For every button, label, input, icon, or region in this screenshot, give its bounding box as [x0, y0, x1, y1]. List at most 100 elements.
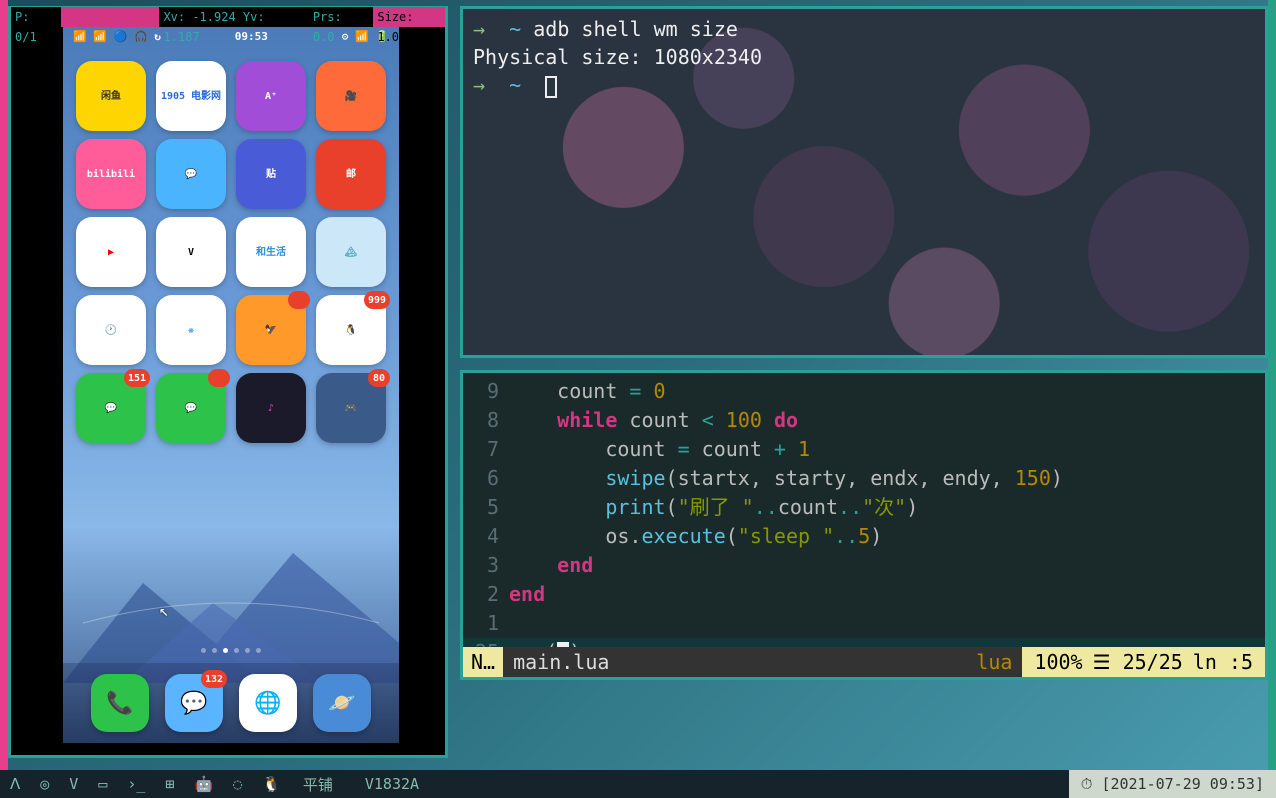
app-icon-13[interactable]: ❋: [156, 295, 226, 365]
app-icon-7[interactable]: 邮: [316, 139, 386, 209]
editor-line-col: ln :5: [1193, 648, 1253, 677]
editor-window[interactable]: 9 count = 08 while count < 100 do7 count…: [460, 370, 1268, 680]
dock-app-3[interactable]: 🪐: [313, 674, 371, 732]
ptr-pressure: Prs: 0.0: [309, 7, 374, 27]
page-dot[interactable]: [223, 648, 228, 653]
app-icon-10[interactable]: 和生活: [236, 217, 306, 287]
terminal-line: → ~ adb shell wm size: [473, 15, 1255, 43]
line-number: 5: [463, 493, 509, 522]
app-label: 闲鱼: [101, 91, 121, 102]
app-icon-11[interactable]: 🏔: [316, 217, 386, 287]
line-number: 1: [463, 609, 509, 638]
windows-icon[interactable]: ⊞: [155, 770, 184, 798]
terminal-icon[interactable]: ›_: [117, 770, 155, 798]
line-number: 8: [463, 406, 509, 435]
app-label: 🏔: [345, 247, 358, 258]
dock[interactable]: 📞 💬132 🌐 🪐: [63, 663, 399, 743]
dock-app-1[interactable]: 💬132: [165, 674, 223, 732]
page-dot[interactable]: [256, 648, 261, 653]
arch-icon[interactable]: ᐱ: [0, 770, 30, 798]
dock-app-2[interactable]: 🌐: [239, 674, 297, 732]
taskbar-clock[interactable]: ⏱ [2021-07-29 09:53]: [1069, 770, 1276, 798]
app-icon-14[interactable]: 🦅: [236, 295, 306, 365]
app-label: 💬: [185, 169, 197, 180]
app-label: 和生活: [256, 247, 286, 258]
app-icon-3[interactable]: 🎥: [316, 61, 386, 131]
app-label: V: [188, 247, 194, 258]
code-line[interactable]: 7 count = count + 1: [463, 435, 1265, 464]
vim-mode-indicator: N…: [463, 647, 503, 677]
code-line[interactable]: 8 while count < 100 do: [463, 406, 1265, 435]
code-line[interactable]: 9 count = 0: [463, 377, 1265, 406]
circle-icon[interactable]: ◌: [223, 770, 252, 798]
app-icon-16[interactable]: 💬151: [76, 373, 146, 443]
taskbar-title: V1832A: [345, 775, 1069, 793]
notification-badge: 999: [364, 291, 390, 309]
app-label: 1905 电影网: [161, 91, 221, 102]
terminal-line: → ~: [473, 71, 1255, 99]
app-label: 💬: [185, 403, 197, 414]
app-label: 🦅: [265, 325, 277, 336]
code-content: count = 0: [509, 377, 666, 406]
editor-filename: main.lua: [503, 648, 966, 677]
app-icon-4[interactable]: bilibili: [76, 139, 146, 209]
phone-screen[interactable]: 📶 📶 🔵 🎧 ↻ 09:53 ⚙ 📶 🔋 闲鱼 1905 电影网 A⁺ 🎥 bilib…: [63, 25, 399, 743]
code-line[interactable]: 6 swipe(startx, starty, endx, endy, 150): [463, 464, 1265, 493]
terminal-cursor: [545, 76, 557, 98]
code-content: count = count + 1: [509, 435, 810, 464]
dock-app-0[interactable]: 📞: [91, 674, 149, 732]
app-icon-1[interactable]: 1905 电影网: [156, 61, 226, 131]
app-icon-9[interactable]: V: [156, 217, 226, 287]
app-icon-18[interactable]: ♪: [236, 373, 306, 443]
app-icon-0[interactable]: 闲鱼: [76, 61, 146, 131]
code-line[interactable]: 3 end: [463, 551, 1265, 580]
line-number: 4: [463, 522, 509, 551]
code-line[interactable]: 5 print("刷了 "..count.."次"): [463, 493, 1265, 522]
app-icon-5[interactable]: 💬: [156, 139, 226, 209]
terminal-window[interactable]: → ~ adb shell wm sizePhysical size: 1080…: [460, 6, 1268, 358]
app-icon-12[interactable]: 🕐: [76, 295, 146, 365]
tux-icon[interactable]: 🐧: [252, 770, 291, 798]
taskbar-layout-label[interactable]: 平铺: [291, 774, 345, 795]
page-dot[interactable]: [234, 648, 239, 653]
app-icon-8[interactable]: ▶: [76, 217, 146, 287]
android-status-bar: 📶 📶 🔵 🎧 ↻ 09:53 ⚙ 📶 🔋: [63, 25, 399, 47]
window-icon[interactable]: ▭: [88, 770, 117, 798]
line-number: 2: [463, 580, 509, 609]
code-line[interactable]: 2end: [463, 580, 1265, 609]
app-label: 🐧: [345, 325, 357, 336]
code-line[interactable]: 1: [463, 609, 1265, 638]
editor-statusline: N… main.lua lua 100% ☰ 25/25 ln :5: [463, 647, 1265, 677]
app-label: 🎮: [345, 403, 357, 414]
clock-datetime: [2021-07-29 09:53]: [1101, 775, 1264, 793]
terminal-line: Physical size: 1080x2340: [473, 43, 1255, 71]
chrome-icon[interactable]: ◎: [30, 770, 59, 798]
status-left-icons: 📶 📶 🔵 🎧 ↻: [73, 30, 161, 43]
clock-icon: ⏱: [1081, 775, 1093, 793]
app-icon-19[interactable]: 🎮80: [316, 373, 386, 443]
code-content: end: [509, 580, 545, 609]
app-label: A⁺: [265, 91, 277, 102]
android-icon[interactable]: 🤖: [184, 770, 223, 798]
code-line[interactable]: 4 os.execute("sleep "..5): [463, 522, 1265, 551]
app-label: ♪: [268, 403, 274, 414]
wallpaper-building: [63, 523, 399, 683]
home-apps-grid[interactable]: 闲鱼1905 电影网A⁺🎥bilibili💬贴邮▶V和生活🏔🕐❋🦅🐧999💬15…: [63, 47, 399, 457]
page-dot[interactable]: [245, 648, 250, 653]
desktop-taskbar[interactable]: ᐱ◎V▭›_⊞🤖◌🐧 平铺 V1832A ⏱ [2021-07-29 09:53…: [0, 770, 1276, 798]
app-icon-2[interactable]: A⁺: [236, 61, 306, 131]
app-icon-6[interactable]: 贴: [236, 139, 306, 209]
app-icon-17[interactable]: 💬: [156, 373, 226, 443]
v-icon[interactable]: V: [59, 770, 88, 798]
page-indicator: [63, 648, 399, 653]
page-dot[interactable]: [201, 648, 206, 653]
code-area[interactable]: 9 count = 08 while count < 100 do7 count…: [463, 373, 1265, 671]
notification-badge: 132: [201, 670, 227, 688]
app-label: ▶: [108, 247, 114, 258]
line-number: 3: [463, 551, 509, 580]
code-content: print("刷了 "..count.."次"): [509, 493, 918, 522]
app-icon-15[interactable]: 🐧999: [316, 295, 386, 365]
page-dot[interactable]: [212, 648, 217, 653]
status-time: 09:53: [235, 30, 268, 43]
editor-position: ☰ 25/25: [1093, 648, 1183, 677]
